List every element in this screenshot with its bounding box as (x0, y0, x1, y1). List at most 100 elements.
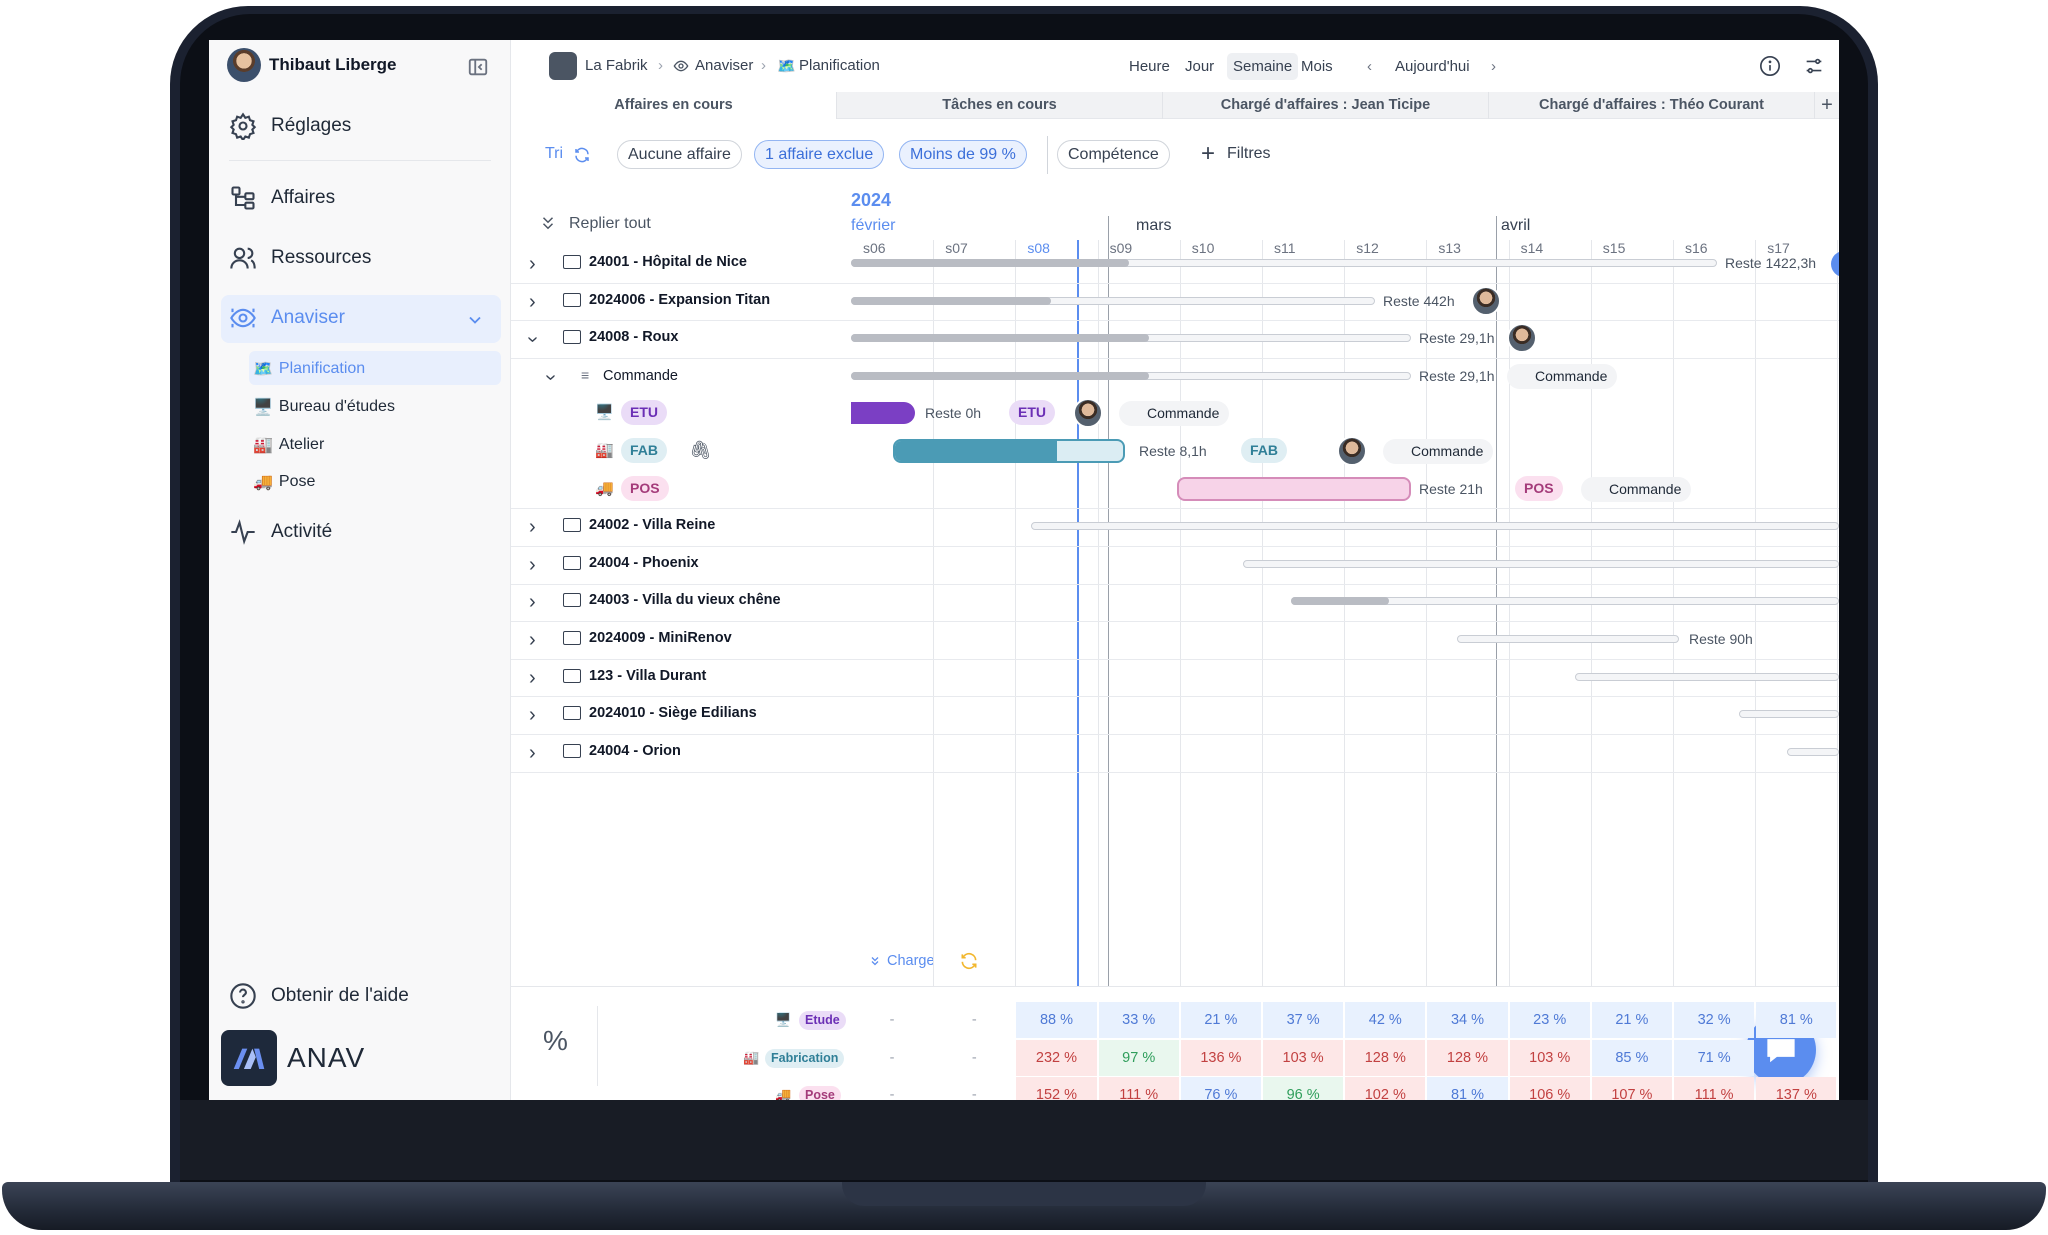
sidebar-subitem-bureau[interactable]: 🖥️ Bureau d'études (253, 397, 395, 417)
week-label: s14 (1520, 240, 1544, 256)
tree-row-label[interactable]: 123 - Villa Durant (589, 668, 706, 684)
collapse-all-button[interactable]: Replier tout (569, 215, 651, 233)
tab-jean-ticipe[interactable]: Chargé d'affaires : Jean Ticipe (1163, 92, 1489, 119)
chevron-icon[interactable]: › (539, 374, 562, 381)
sort-button[interactable]: Tri (545, 145, 563, 163)
plus-icon[interactable]: + (1201, 140, 1215, 168)
tab-taches[interactable]: Tâches en cours (837, 92, 1163, 119)
refresh-icon[interactable] (573, 146, 591, 164)
chip-moins-99[interactable]: Moins de 99 % (899, 140, 1027, 169)
week-label: s08 (1027, 240, 1050, 256)
info-icon[interactable] (1759, 55, 1781, 77)
breadcrumb-page[interactable]: Planification (799, 57, 880, 74)
attachment-icon[interactable]: 🖇 (689, 440, 712, 461)
percent-toggle[interactable]: % (543, 1025, 568, 1057)
task-tag[interactable]: ETU (621, 400, 667, 426)
bar-villa-reine[interactable] (1031, 522, 1839, 531)
tab-affaires[interactable]: Affaires en cours (511, 92, 837, 119)
bar-pos[interactable] (1177, 476, 1411, 501)
help-link[interactable]: Obtenir de l'aide (229, 982, 409, 1010)
chevron-icon[interactable]: › (529, 742, 536, 765)
rest-label: Reste 90h (1689, 631, 1753, 647)
chevron-icon[interactable]: › (529, 554, 536, 577)
collapse-all-icon[interactable] (539, 214, 557, 232)
commande-chip[interactable]: Commande (1119, 401, 1230, 427)
bar-villa-durant[interactable] (1575, 672, 1839, 681)
bar-minirenov[interactable] (1457, 635, 1679, 643)
task-tag[interactable]: POS (1515, 475, 1563, 501)
app-screen: Thibaut Liberge Réglages Affaires Ressou… (209, 40, 1839, 1100)
prev-icon[interactable]: ‹ (1367, 58, 1372, 75)
sidebar-subitem-pose[interactable]: 🚚 Pose (253, 472, 315, 492)
collapse-sidebar-icon[interactable] (467, 56, 489, 78)
tree-row-label[interactable]: 2024010 - Siège Edilians (589, 705, 757, 721)
breadcrumb-section[interactable]: Anaviser (695, 57, 753, 74)
row-separator (511, 658, 1839, 660)
tree-row-label[interactable]: 24003 - Villa du vieux chêne (589, 592, 781, 608)
refresh-icon[interactable] (959, 951, 979, 971)
task-tag[interactable]: POS (621, 475, 669, 501)
sidebar-item-reglages[interactable]: Réglages (229, 112, 351, 140)
bar-siege[interactable] (1739, 710, 1839, 719)
folder-icon (563, 518, 581, 533)
sidebar-subitem-planification[interactable]: 🗺️ Planification (253, 359, 365, 379)
bar-orion[interactable] (1787, 747, 1839, 756)
view-day[interactable]: Jour (1185, 58, 1214, 75)
next-icon[interactable]: › (1491, 58, 1496, 75)
folder-icon (563, 593, 581, 608)
add-tab-button[interactable]: + (1815, 92, 1839, 119)
chevron-icon[interactable]: › (529, 667, 536, 690)
task-tag[interactable]: FAB (621, 438, 667, 463)
bar-phoenix[interactable] (1243, 559, 1839, 568)
charge-cell: 88 % (1016, 1002, 1097, 1038)
sidebar-item-ressources[interactable]: Ressources (229, 244, 371, 272)
chip-affaire-exclue[interactable]: 1 affaire exclue (754, 140, 885, 169)
charge-toggle[interactable]: Charge (861, 946, 943, 976)
tree-row-label[interactable]: 24004 - Phoenix (589, 555, 699, 571)
sidebar-item-activite[interactable]: Activité (229, 518, 332, 546)
timeline-year: 2024 (851, 190, 892, 210)
today-button[interactable]: Aujourd'hui (1395, 58, 1470, 75)
chevron-icon[interactable]: › (529, 629, 536, 652)
tree-row-label[interactable]: 24004 - Orion (589, 743, 681, 759)
tab-theo-courant[interactable]: Chargé d'affaires : Théo Courant (1489, 92, 1815, 119)
filters-button[interactable]: Filtres (1227, 145, 1271, 163)
chevron-down-icon[interactable] (465, 310, 485, 330)
charge-cell: 85 % (1591, 1039, 1672, 1076)
chip-competence[interactable]: Compétence (1057, 140, 1170, 169)
tree-row-label[interactable]: 24001 - Hôpital de Nice (589, 254, 747, 270)
chevron-icon[interactable]: › (529, 704, 536, 727)
chevron-icon[interactable]: › (529, 516, 536, 539)
week-label: s07 (945, 240, 968, 256)
chip-aucune-affaire[interactable]: Aucune affaire (617, 140, 742, 169)
task-tag[interactable]: FAB (1241, 438, 1287, 463)
view-month[interactable]: Mois (1301, 58, 1333, 75)
sidebar-subitem-atelier[interactable]: 🏭 Atelier (253, 435, 324, 455)
chevron-icon[interactable]: › (529, 591, 536, 614)
charge-cell: 96 % (1263, 1077, 1344, 1100)
bar-etu[interactable] (851, 402, 915, 425)
chevron-icon[interactable]: › (529, 253, 536, 276)
commande-chip[interactable]: Commande (1507, 363, 1618, 389)
brand-logo (221, 1030, 277, 1086)
commande-chip[interactable]: Commande (1581, 476, 1692, 502)
view-week[interactable]: Semaine (1227, 53, 1299, 80)
user-menu[interactable]: Thibaut Liberge (227, 48, 397, 82)
chevron-icon[interactable]: › (529, 291, 536, 314)
chevron-icon[interactable]: › (521, 336, 544, 343)
avatar-badge (1831, 251, 1839, 277)
tree-row-label[interactable]: 2024009 - MiniRenov (589, 630, 732, 646)
tree-row-label[interactable]: Commande (603, 368, 678, 384)
week-gridline (1262, 240, 1263, 986)
sidebar-item-anaviser[interactable]: Anaviser (229, 304, 345, 332)
breadcrumb-org[interactable]: La Fabrik (585, 57, 648, 74)
view-hour[interactable]: Heure (1129, 58, 1170, 75)
divider (1047, 136, 1048, 174)
tree-row-label[interactable]: 24008 - Roux (589, 329, 678, 345)
commande-chip[interactable]: Commande (1383, 439, 1494, 464)
settings-sliders-icon[interactable] (1803, 55, 1825, 77)
sidebar-item-affaires[interactable]: Affaires (229, 184, 335, 212)
tree-row-label[interactable]: 2024006 - Expansion Titan (589, 292, 770, 308)
tree-row-label[interactable]: 24002 - Villa Reine (589, 517, 715, 533)
task-tag[interactable]: ETU (1009, 400, 1055, 426)
